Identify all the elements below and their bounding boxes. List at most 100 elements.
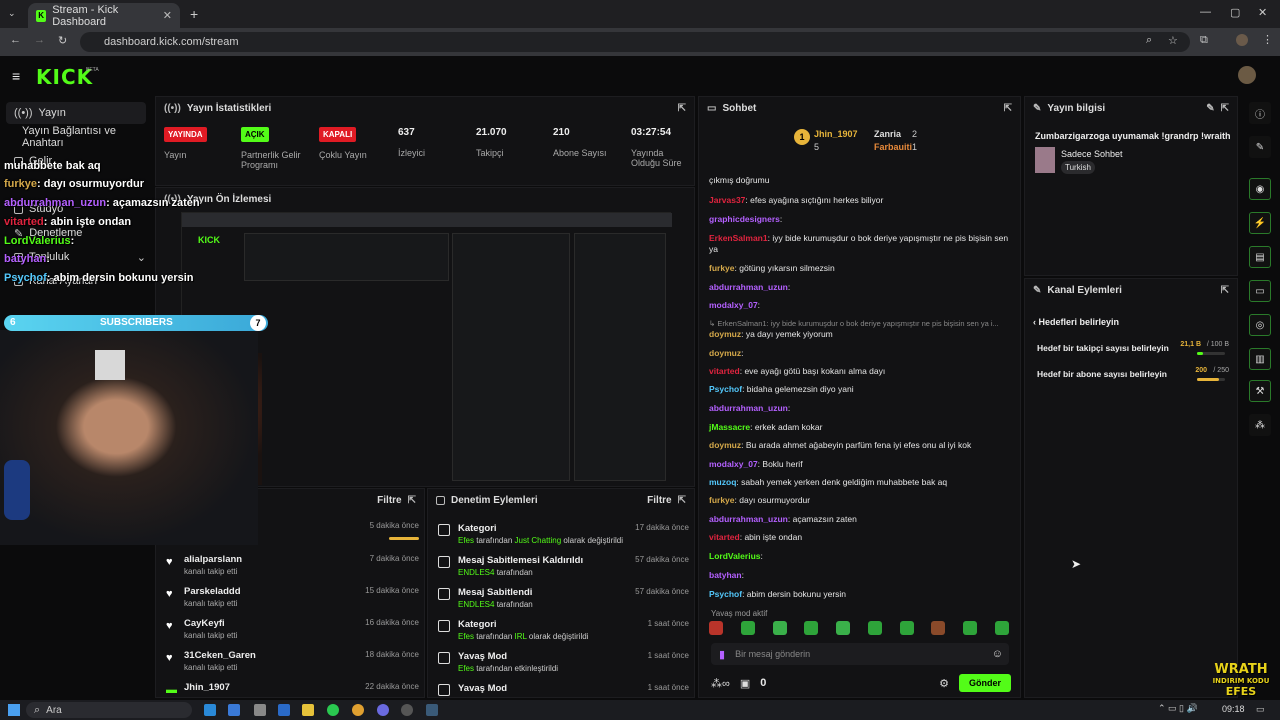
chat-message: doymuz: — [709, 348, 744, 358]
subscriber-icon: ▬ — [166, 684, 177, 696]
emote-icon[interactable] — [867, 621, 882, 635]
kick-logo[interactable]: KICK — [36, 65, 93, 89]
chat-message: çıkmış doğrumu — [709, 175, 770, 185]
chat-bubble-icon[interactable]: ▭ — [1249, 280, 1271, 302]
forward-icon[interactable]: → — [34, 34, 45, 46]
pencil-icon: ✎ — [1033, 102, 1042, 114]
zoom-icon[interactable]: ⌕ — [1146, 34, 1152, 47]
popout-icon[interactable]: ⇱ — [678, 103, 686, 114]
top-gifter-badge-icon: 1 — [794, 129, 810, 145]
back-to-goals[interactable]: ‹ Hedefleri belirleyin — [1033, 317, 1119, 327]
category-name[interactable]: Sadece Sohbet — [1061, 149, 1123, 159]
mod-icon — [436, 495, 445, 505]
mod-filter[interactable]: Filtre — [647, 495, 671, 506]
camera-icon[interactable]: ◉ — [1249, 178, 1271, 200]
emote-icon[interactable] — [931, 621, 946, 635]
sidebar-item-stream-key[interactable]: Yayın Bağlantısı ve Anahtarı — [6, 125, 146, 149]
popout-icon[interactable]: ⇱ — [678, 495, 686, 506]
chat-input[interactable]: ▮ Bir mesaj gönderin ☺ — [711, 643, 1009, 665]
storage-icon[interactable]: ▥ — [1249, 348, 1271, 370]
preview-nested-info — [574, 233, 666, 481]
user-avatar[interactable] — [1238, 66, 1256, 84]
live-badge: YAYINDA — [164, 127, 207, 142]
url-field[interactable]: dashboard.kick.com/stream — [80, 32, 1190, 52]
chat-message: Psychof: abim dersin bokunu yersin — [709, 589, 847, 599]
follower-goal-current: 21,1 B — [1180, 341, 1201, 348]
app-icon[interactable] — [228, 704, 240, 716]
activity-item: ♥ Parskeladdd kanalı takip etti 15 dakika ö… — [166, 586, 419, 608]
outlook-icon[interactable] — [278, 704, 290, 716]
profile-icon[interactable] — [1236, 34, 1248, 46]
emoji-icon[interactable]: ☺ — [992, 648, 1003, 660]
emote-icon[interactable] — [740, 621, 755, 635]
users-icon[interactable]: ⁂ — [1249, 414, 1271, 436]
stream-info-panel: ✎ Yayın bilgisi ✎ ⇱ Zumbarzigarzoga uyumama… — [1024, 96, 1238, 276]
broadcast-icon[interactable]: ◎ — [1249, 314, 1271, 336]
users-icon[interactable]: ⁂∞ — [711, 677, 730, 690]
obs-icon[interactable] — [401, 704, 413, 716]
discord-icon[interactable] — [377, 704, 389, 716]
close-tab-icon[interactable]: ✕ — [163, 9, 172, 22]
browser-tab-bar: ⌄ K Stream - Kick Dashboard ✕ + — ▢ ✕ — [0, 0, 1280, 28]
store-icon[interactable] — [254, 704, 266, 716]
emote-bar — [709, 621, 1009, 639]
pin-icon — [438, 588, 450, 600]
heart-icon: ♥ — [166, 652, 173, 664]
preview-nested-stats — [244, 233, 449, 281]
browser-tab[interactable]: K Stream - Kick Dashboard ✕ — [28, 3, 180, 28]
emote-icon[interactable] — [963, 621, 978, 635]
mod-action-item: Kategori Efes tarafından Just Chatting ol… — [434, 521, 689, 551]
subscriber-goal[interactable]: Hedef bir abone sayısı belirleyin 200 / … — [1037, 367, 1229, 389]
sidebar-item-yayin[interactable]: ((•)) Yayın — [6, 102, 146, 124]
stat-viewers: 637 İzleyici — [398, 127, 426, 158]
restore-icon[interactable]: ▢ — [1230, 6, 1240, 19]
windows-start-icon[interactable] — [8, 704, 20, 716]
spotify-icon[interactable] — [327, 704, 339, 716]
chat-settings-icon[interactable]: ⚙ — [939, 677, 949, 690]
browser-menu-icon[interactable]: ⋮ — [1262, 33, 1273, 46]
calculator-icon[interactable] — [426, 704, 438, 716]
hamburger-menu-icon[interactable]: ≡ — [12, 68, 20, 84]
gift-icon[interactable]: ▣ — [740, 677, 750, 690]
chrome-icon[interactable] — [352, 704, 364, 716]
follower-goal[interactable]: Hedef bir takipçi sayısı belirleyin 21,1… — [1037, 341, 1229, 363]
tab-list-icon[interactable]: ⌄ — [8, 8, 20, 20]
explorer-icon[interactable] — [302, 704, 314, 716]
edge-icon[interactable] — [204, 704, 216, 716]
tray-icons[interactable]: ⌃ ▭ ▯ 🔊 — [1158, 703, 1198, 714]
category-icon — [438, 620, 450, 632]
activity-filter[interactable]: Filtre — [377, 495, 401, 506]
popout-icon[interactable]: ⇱ — [1004, 103, 1012, 114]
emote-icon[interactable] — [994, 621, 1009, 635]
new-tab-icon[interactable]: + — [190, 6, 198, 22]
slow-mode-icon — [438, 684, 450, 696]
chat-footer: ⁂∞ ▣ 0 ⚙ Gönder — [711, 673, 1011, 693]
emote-icon[interactable] — [772, 621, 787, 635]
wrench-icon[interactable]: ⚒ — [1249, 380, 1271, 402]
emote-icon[interactable] — [899, 621, 914, 635]
lightning-icon[interactable]: ⚡ — [1249, 212, 1271, 234]
emote-icon[interactable] — [804, 621, 819, 635]
document-icon[interactable]: ▤ — [1249, 246, 1271, 268]
emote-icon[interactable] — [709, 621, 723, 635]
info-icon[interactable]: ⓘ — [1249, 102, 1271, 124]
reload-icon[interactable]: ↻ — [58, 34, 67, 47]
slow-mode-icon — [438, 652, 450, 664]
popout-icon[interactable]: ⇱ — [1221, 103, 1229, 114]
popout-icon[interactable]: ⇱ — [1221, 285, 1229, 296]
popout-icon[interactable]: ⇱ — [408, 495, 416, 506]
notification-icon[interactable]: ▭ — [1256, 704, 1265, 715]
sponsor-watermark: WRATH INDIRIM KODU EFES — [1212, 662, 1270, 698]
emote-icon[interactable] — [836, 621, 851, 635]
bookmark-star-icon[interactable]: ☆ — [1168, 34, 1178, 47]
chat-message: Jarvas37: efes ayağına sıçtığını herkes … — [709, 195, 884, 205]
window-close-icon[interactable]: ✕ — [1258, 6, 1267, 19]
chat-input-placeholder: Bir mesaj gönderin — [735, 649, 811, 659]
edit-icon[interactable]: ✎ — [1249, 136, 1271, 158]
taskbar-search[interactable]: ⌕ Ara — [26, 702, 192, 718]
minimize-icon[interactable]: — — [1200, 6, 1211, 18]
back-icon[interactable]: ← — [10, 34, 21, 46]
edit-icon[interactable]: ✎ — [1206, 103, 1214, 114]
send-button[interactable]: Gönder — [958, 674, 1011, 692]
extensions-icon[interactable]: ⧉ — [1200, 34, 1208, 47]
